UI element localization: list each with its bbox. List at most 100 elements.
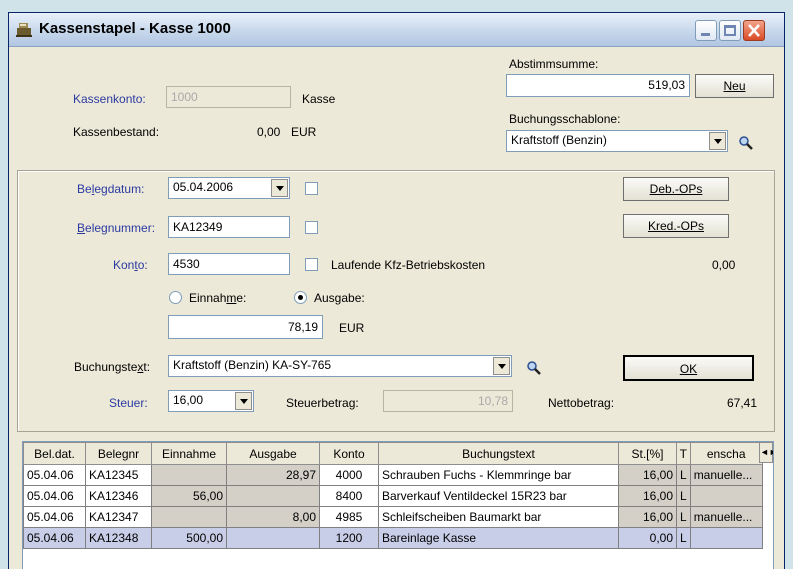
table-cell[interactable]: KA12347 xyxy=(85,506,152,528)
kassenstapel-window: Kassenstapel - Kasse 1000 Kassenkonto: 1… xyxy=(8,12,785,569)
table-cell[interactable]: 16,00 xyxy=(618,464,677,486)
table-cell[interactable]: Schrauben Fuchs - Klemmringe bar xyxy=(378,464,619,486)
konto-saldo: 0,00 xyxy=(712,258,736,272)
table-cell[interactable]: 1200 xyxy=(319,527,379,549)
belegnummer-field[interactable]: KA12349 xyxy=(168,216,290,238)
table-cell[interactable]: manuelle... xyxy=(689,506,763,528)
chevron-down-icon[interactable] xyxy=(709,132,726,150)
column-header[interactable]: enscha xyxy=(689,442,763,465)
table-cell[interactable] xyxy=(151,464,227,486)
table-cell[interactable]: 4000 xyxy=(319,464,379,486)
table-row[interactable]: 05.04.06 KA12345 28,97 4000 Schrauben Fuchs … xyxy=(23,464,763,486)
table-cell[interactable]: L xyxy=(676,527,691,549)
table-cell[interactable]: 500,00 xyxy=(151,527,227,549)
table-cell[interactable]: 8,00 xyxy=(226,506,320,528)
kred-ops-button[interactable]: Kred.-OPs xyxy=(623,214,729,238)
table-row[interactable]: 05.04.06 KA12347 8,00 4985 Schleifscheiben B… xyxy=(23,506,763,528)
steuerbetrag-field: 10,78 xyxy=(383,390,513,412)
table-cell[interactable]: 16,00 xyxy=(618,506,677,528)
column-header[interactable]: T xyxy=(676,442,691,465)
table-cell[interactable]: 8400 xyxy=(319,485,379,507)
belegdatum-field[interactable]: 05.04.2006 xyxy=(168,177,290,199)
table-cell[interactable]: 05.04.06 xyxy=(23,527,86,549)
table-cell[interactable]: 4985 xyxy=(319,506,379,528)
konto-field[interactable]: 4530 xyxy=(168,253,290,275)
abstimmsumme-field[interactable]: 519,03 xyxy=(506,74,690,97)
kassenkonto-field: 1000 xyxy=(166,86,291,108)
window-title: Kassenstapel - Kasse 1000 xyxy=(39,20,231,37)
table-cell[interactable]: 05.04.06 xyxy=(23,506,86,528)
column-header[interactable]: St.[%] xyxy=(618,442,677,465)
betrag-currency: EUR xyxy=(339,321,365,335)
table-cell[interactable]: Bareinlage Kasse xyxy=(378,527,619,549)
column-header[interactable]: Buchungstext xyxy=(378,442,619,465)
ausgabe-radio[interactable] xyxy=(294,291,307,304)
table-cell[interactable]: 0,00 xyxy=(618,527,677,549)
booking-grid[interactable]: Bel.dat. Belegnr Einnahme Ausgabe Konto Buchu… xyxy=(22,441,774,569)
table-cell[interactable] xyxy=(689,485,763,507)
table-cell[interactable]: Schleifscheiben Baumarkt bar xyxy=(378,506,619,528)
steuerbetrag-label: Steuerbetrag: xyxy=(286,396,359,410)
search-icon[interactable] xyxy=(526,360,542,376)
neu-button[interactable]: Neu xyxy=(695,74,774,98)
belegdatum-value: 05.04.2006 xyxy=(173,180,234,194)
kassenkonto-label: Kassenkonto: xyxy=(73,92,146,106)
table-cell[interactable] xyxy=(689,527,763,549)
deb-ops-button[interactable]: Deb.-OPs xyxy=(623,177,729,201)
konto-checkbox[interactable] xyxy=(305,258,318,271)
buchungstext-select[interactable]: Kraftstoff (Benzin) KA-SY-765 xyxy=(168,355,512,377)
betrag-field[interactable]: 78,19 xyxy=(168,315,323,339)
table-cell[interactable] xyxy=(226,485,320,507)
abstimmsumme-label: Abstimmsumme: xyxy=(509,57,599,71)
steuer-label: Steuer: xyxy=(109,396,148,410)
steuer-select[interactable]: 16,00 xyxy=(168,390,254,412)
search-icon[interactable] xyxy=(738,135,754,151)
buchungstext-label: Buchungstext: xyxy=(74,360,151,374)
column-header[interactable]: Ausgabe xyxy=(226,442,320,465)
table-cell[interactable]: 05.04.06 xyxy=(23,485,86,507)
steuer-value: 16,00 xyxy=(173,393,204,407)
table-row[interactable]: 05.04.06 KA12348 500,00 1200 Bareinlage Kass… xyxy=(23,527,763,549)
title-bar[interactable]: Kassenstapel - Kasse 1000 xyxy=(9,13,784,47)
schablone-value: Kraftstoff (Benzin) xyxy=(511,133,607,147)
belegnummer-checkbox[interactable] xyxy=(305,221,318,234)
belegdatum-checkbox[interactable] xyxy=(305,182,318,195)
column-header[interactable]: Bel.dat. xyxy=(23,442,86,465)
einnahme-radio[interactable] xyxy=(169,291,182,304)
table-cell[interactable]: 05.04.06 xyxy=(23,464,86,486)
column-header[interactable]: Belegnr xyxy=(85,442,152,465)
column-header[interactable]: Konto xyxy=(319,442,379,465)
nettobetrag-label: Nettobetrag: xyxy=(548,396,615,410)
close-button[interactable] xyxy=(743,20,765,41)
kassenkonto-name: Kasse xyxy=(302,92,336,106)
table-cell[interactable] xyxy=(226,527,320,549)
table-cell[interactable]: manuelle... xyxy=(689,464,763,486)
table-cell[interactable]: KA12346 xyxy=(85,485,152,507)
chevron-down-icon[interactable] xyxy=(493,357,510,375)
table-cell[interactable]: KA12348 xyxy=(85,527,152,549)
kassenbestand-value: 0,00 xyxy=(257,125,281,139)
table-cell[interactable]: L xyxy=(676,464,691,486)
cash-register-icon xyxy=(16,23,32,37)
minimize-button[interactable] xyxy=(695,20,717,41)
ok-button[interactable]: OK xyxy=(623,355,754,381)
table-cell[interactable]: L xyxy=(676,485,691,507)
calendar-dropdown-icon[interactable] xyxy=(271,179,288,197)
table-cell[interactable]: Barverkauf Ventildeckel 15R23 bar xyxy=(378,485,619,507)
table-cell[interactable]: L xyxy=(676,506,691,528)
table-cell[interactable]: 16,00 xyxy=(618,485,677,507)
column-scroll-arrows[interactable]: ◄► xyxy=(759,442,773,463)
einnahme-label: Einnahme: xyxy=(189,291,247,305)
table-cell[interactable]: KA12345 xyxy=(85,464,152,486)
table-row[interactable]: 05.04.06 KA12346 56,00 8400 Barverkauf Venti… xyxy=(23,485,763,507)
close-icon xyxy=(748,24,760,37)
column-header[interactable]: Einnahme xyxy=(151,442,227,465)
schablone-select[interactable]: Kraftstoff (Benzin) xyxy=(506,130,728,152)
maximize-button[interactable] xyxy=(719,20,741,41)
table-cell[interactable]: 28,97 xyxy=(226,464,320,486)
table-cell[interactable]: 56,00 xyxy=(151,485,227,507)
belegdatum-label: Belegdatum: xyxy=(77,182,145,196)
nettobetrag-value: 67,41 xyxy=(727,396,758,410)
table-cell[interactable] xyxy=(151,506,227,528)
chevron-down-icon[interactable] xyxy=(235,392,252,410)
